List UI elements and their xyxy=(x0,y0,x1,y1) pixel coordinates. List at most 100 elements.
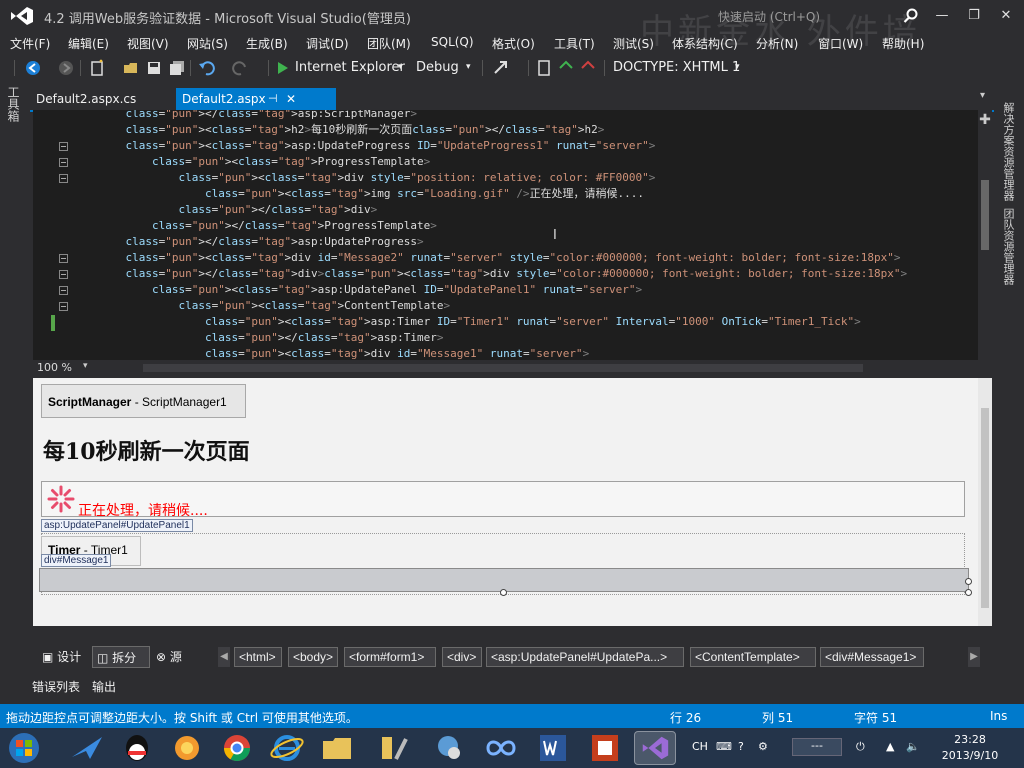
chrome-icon[interactable] xyxy=(216,731,258,765)
powerpoint-icon[interactable] xyxy=(584,731,626,765)
collapse-icon[interactable] xyxy=(59,302,68,311)
breadcrumb-message1[interactable]: <div#Message1> xyxy=(820,647,924,667)
menu-help[interactable]: 帮助(H) xyxy=(882,35,924,52)
menu-build[interactable]: 生成(B) xyxy=(246,35,288,52)
tab-default2-aspx[interactable]: Default2.aspx ⊣ ✕ xyxy=(176,88,336,110)
chevron-down-icon[interactable]: ▾ xyxy=(398,62,403,72)
toolbox-tab[interactable]: 工具箱 xyxy=(6,86,22,122)
user-app-icon[interactable] xyxy=(428,731,470,765)
scrollbar-thumb[interactable] xyxy=(981,180,989,250)
collapse-icon[interactable] xyxy=(59,142,68,151)
breadcrumb-div[interactable]: <div> xyxy=(442,647,482,667)
tab-error-list[interactable]: 错误列表 xyxy=(32,678,80,695)
infinity-app-icon[interactable] xyxy=(480,731,522,765)
redo-icon[interactable] xyxy=(232,59,250,77)
source-view-button[interactable]: ⊗ 源 xyxy=(152,646,192,668)
message1-tag[interactable]: div#Message1 xyxy=(41,554,112,567)
editor-horizontal-scrollbar[interactable] xyxy=(143,364,863,372)
power-icon[interactable]: ⏻ xyxy=(856,740,865,754)
menu-file[interactable]: 文件(F) xyxy=(10,35,50,52)
tab-default2-cs[interactable]: Default2.aspx.cs xyxy=(30,88,170,110)
design-view-button[interactable]: ▣ 设计 xyxy=(38,646,94,668)
start-debugging-icon[interactable] xyxy=(276,59,290,77)
system-clock[interactable]: 23:28 2013/9/10 xyxy=(940,732,1000,764)
show-hidden-icons[interactable]: ▲ xyxy=(886,740,894,753)
menu-team[interactable]: 团队(M) xyxy=(367,35,411,52)
chevron-down-icon[interactable]: ▾ xyxy=(83,361,88,371)
collapse-icon[interactable] xyxy=(59,254,68,263)
close-tab-icon[interactable]: ✕ xyxy=(286,88,296,110)
resize-handle[interactable] xyxy=(500,589,507,596)
input-method-icon[interactable]: ⌨ xyxy=(716,740,732,753)
back-icon[interactable] xyxy=(24,59,42,77)
forward-icon[interactable] xyxy=(57,59,75,77)
chevron-left-icon[interactable]: ◀ xyxy=(218,647,230,667)
breadcrumb-form[interactable]: <form#form1> xyxy=(344,647,436,667)
split-window-icon[interactable]: ✚ xyxy=(979,113,991,127)
breadcrumb-body[interactable]: <body> xyxy=(288,647,338,667)
doctype-selector[interactable]: DOCTYPE: XHTML 1 xyxy=(613,60,740,75)
word-icon[interactable] xyxy=(532,731,574,765)
menu-website[interactable]: 网站(S) xyxy=(187,35,228,52)
qq-icon[interactable] xyxy=(116,731,158,765)
menu-edit[interactable]: 编辑(E) xyxy=(68,35,109,52)
volume-icon[interactable]: 🔈 xyxy=(906,740,920,753)
breadcrumb-contenttemplate[interactable]: <ContentTemplate> xyxy=(690,647,816,667)
collapse-icon[interactable] xyxy=(59,270,68,279)
editor-vertical-scrollbar[interactable] xyxy=(978,110,992,360)
chevron-down-icon[interactable]: ▾ xyxy=(735,62,740,72)
menu-test[interactable]: 测试(S) xyxy=(613,35,654,52)
breadcrumb-updatepanel[interactable]: <asp:UpdatePanel#UpdatePa...> xyxy=(486,647,684,667)
menu-analyze[interactable]: 分析(N) xyxy=(756,35,798,52)
input-box[interactable]: --- xyxy=(792,738,842,756)
breadcrumb-html[interactable]: <html> xyxy=(234,647,282,667)
menu-window[interactable]: 窗口(W) xyxy=(818,35,863,52)
zoom-level[interactable]: 100 % xyxy=(37,361,72,374)
team-explorer-tab[interactable]: 团队资源管理器 xyxy=(1002,208,1016,285)
tab-overflow-icon[interactable]: ▾ xyxy=(980,90,985,101)
solution-explorer-tab[interactable]: 解决方案资源管理器 xyxy=(1002,102,1016,201)
visual-studio-taskbar-icon[interactable] xyxy=(634,731,676,765)
menu-sql[interactable]: SQL(Q) xyxy=(431,35,474,49)
script-manager-control[interactable]: ScriptManager - ScriptManager1 xyxy=(41,384,246,418)
save-icon[interactable] xyxy=(145,59,163,77)
pin-icon[interactable]: ⊣ xyxy=(268,88,278,110)
resize-handle[interactable] xyxy=(965,578,972,585)
menu-architecture[interactable]: 体系结构(C) xyxy=(672,35,738,52)
file-explorer-icon[interactable] xyxy=(316,731,358,765)
design-surface[interactable]: ScriptManager - ScriptManager1 每10秒刷新一次页… xyxy=(33,378,978,626)
search-icon[interactable] xyxy=(903,8,919,24)
restore-button[interactable]: ❐ xyxy=(962,6,986,26)
collapse-icon[interactable] xyxy=(59,174,68,183)
menu-debug[interactable]: 调试(D) xyxy=(306,35,349,52)
browser-selector[interactable]: Internet Explorer xyxy=(295,60,405,75)
collapse-icon[interactable] xyxy=(59,158,68,167)
quick-launch-input[interactable]: 快速启动 (Ctrl+Q) xyxy=(718,8,820,25)
internet-explorer-icon[interactable] xyxy=(266,731,308,765)
menu-format[interactable]: 格式(O) xyxy=(492,35,535,52)
bird-app-icon[interactable] xyxy=(66,731,108,765)
design-vertical-scrollbar[interactable] xyxy=(978,378,992,626)
format-icon[interactable] xyxy=(558,59,574,77)
code-editor[interactable]: class="pun"></class="tag">asp:ScriptMana… xyxy=(33,110,978,360)
language-indicator[interactable]: CH xyxy=(692,740,708,753)
menu-tools[interactable]: 工具(T) xyxy=(554,35,595,52)
open-file-icon[interactable] xyxy=(122,59,140,77)
save-all-icon[interactable] xyxy=(168,59,186,77)
chevron-right-icon[interactable]: ▶ xyxy=(968,647,980,667)
help-icon[interactable]: ? xyxy=(738,740,744,753)
undo-icon[interactable] xyxy=(197,59,215,77)
validate-icon[interactable] xyxy=(580,59,596,77)
start-button-icon[interactable] xyxy=(2,731,46,765)
tray-settings-icon[interactable]: ⚙ xyxy=(758,740,768,753)
minimize-button[interactable]: — xyxy=(930,6,954,26)
tools-app-icon[interactable] xyxy=(374,731,416,765)
close-button[interactable]: ✕ xyxy=(994,6,1018,26)
resize-handle[interactable] xyxy=(965,589,972,596)
tab-output[interactable]: 输出 xyxy=(92,678,116,695)
update-panel-tag[interactable]: asp:UpdatePanel#UpdatePanel1 xyxy=(41,519,193,532)
configuration-selector[interactable]: Debug xyxy=(416,60,459,75)
document-icon[interactable] xyxy=(536,59,552,77)
browser-link-icon[interactable] xyxy=(492,59,510,77)
chevron-down-icon[interactable]: ▾ xyxy=(466,62,471,72)
